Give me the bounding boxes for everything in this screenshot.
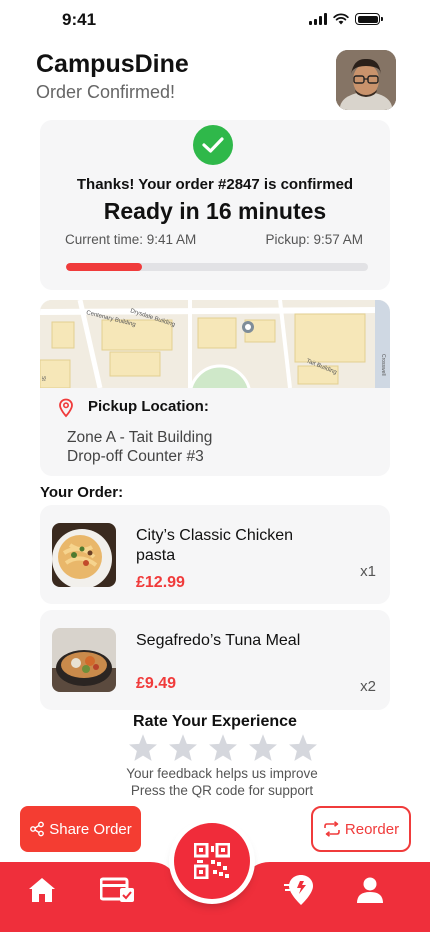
star-icon[interactable] (127, 733, 159, 763)
ready-time: Ready in 16 minutes (103, 198, 327, 224)
location-pin-icon[interactable] (284, 873, 314, 907)
app-title: CampusDine (36, 50, 189, 78)
reorder-label: Reorder (344, 820, 400, 838)
share-order-label: Share Order (49, 820, 132, 838)
share-icon (30, 821, 45, 837)
star-icon[interactable] (207, 733, 239, 763)
item-quantity: x2 (360, 678, 376, 695)
reorder-button[interactable]: Reorder (311, 806, 411, 852)
status-time: 9:41 (62, 10, 97, 29)
repeat-icon (324, 821, 340, 837)
current-time: Current time: 9:41 AM (65, 232, 197, 247)
star-icon[interactable] (167, 733, 199, 763)
status-icons (309, 13, 383, 25)
status-bar: 9:41 (0, 0, 430, 44)
campus-map[interactable]: Centenary Building Drysdale Building Tai… (40, 300, 390, 388)
profile-icon[interactable] (356, 876, 384, 904)
check-icon (193, 125, 233, 165)
map-label-st: St (40, 376, 46, 381)
star-rating (127, 733, 319, 763)
map-label-crosswell: Crosswell (380, 354, 386, 376)
item-name: Segafredo’s Tuna Meal (136, 632, 301, 649)
qr-code-icon (194, 843, 230, 879)
battery-icon (355, 13, 383, 25)
wallet-icon[interactable] (100, 876, 136, 904)
order-confirmation-card: Thanks! Your order #2847 is confirmed Re… (40, 120, 390, 290)
star-icon[interactable] (247, 733, 279, 763)
order-item[interactable]: Segafredo’s Tuna Meal £9.49 x2 (40, 610, 390, 710)
support-text: Press the QR code for support (130, 783, 314, 798)
page-subtitle: Order Confirmed! (36, 82, 176, 102)
confirmation-message: Thanks! Your order #2847 is confirmed (76, 176, 354, 193)
item-price: £12.99 (136, 574, 185, 591)
order-item[interactable]: City’s Classic Chicken pasta £12.99 x1 (40, 505, 390, 604)
pickup-zone: Zone A - Tait Building (67, 429, 213, 446)
rating-title: Rate Your Experience (133, 713, 297, 730)
order-progress-bar (66, 263, 368, 271)
avatar[interactable] (336, 50, 396, 110)
order-section-title: Your Order: (40, 484, 124, 501)
qr-code-button[interactable] (174, 823, 250, 899)
location-pin-icon (59, 398, 73, 418)
pickup-location-label: Pickup Location: (88, 398, 209, 415)
pickup-counter: Drop-off Counter #3 (67, 448, 204, 465)
item-name: City’s Classic Chicken pasta (136, 527, 294, 564)
pickup-time: Pickup: 9:57 AM (265, 232, 363, 247)
pasta-image (52, 523, 116, 587)
pickup-location-card: Centenary Building Drysdale Building Tai… (40, 300, 390, 476)
star-icon[interactable] (287, 733, 319, 763)
wifi-icon (333, 13, 349, 25)
home-icon[interactable] (27, 875, 57, 905)
feedback-text: Your feedback helps us improve (126, 766, 318, 781)
order-progress-fill (66, 263, 142, 271)
item-price: £9.49 (136, 675, 177, 692)
tuna-meal-image (52, 628, 116, 692)
item-quantity: x1 (360, 563, 376, 580)
share-order-button[interactable]: Share Order (20, 806, 141, 852)
time-row: Current time: 9:41 AM Pickup: 9:57 AM (65, 232, 363, 247)
signal-icon (309, 13, 327, 25)
